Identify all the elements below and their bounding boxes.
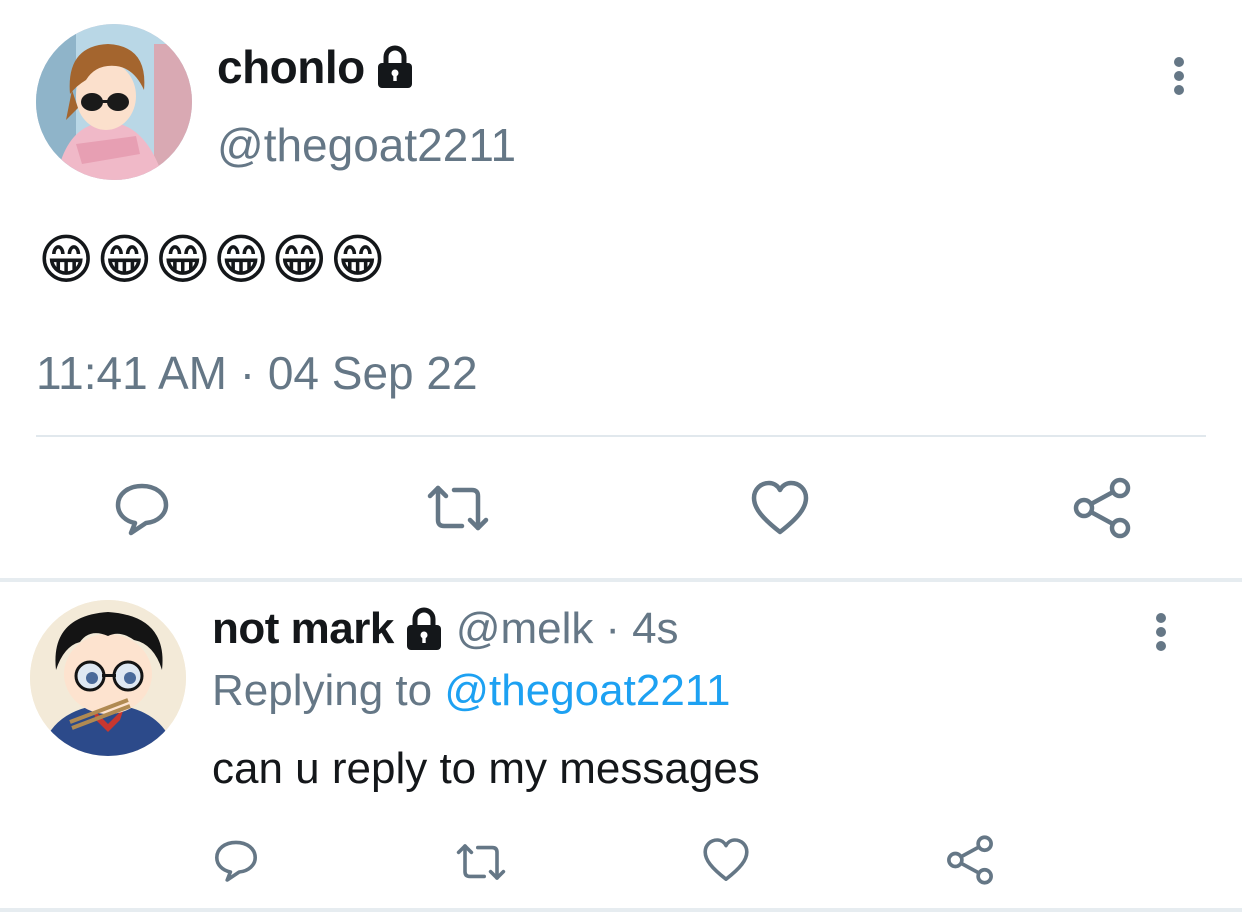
tweet-text: can u reply to my messages (212, 744, 760, 793)
divider (0, 578, 1242, 582)
tweet-age[interactable]: 4s (632, 604, 678, 654)
timestamp[interactable]: 11:41 AM · 04 Sep 22 (36, 346, 478, 400)
divider (36, 435, 1206, 437)
avatar[interactable] (30, 600, 186, 756)
replying-to-label: Replying to (212, 666, 433, 715)
display-name-text[interactable]: not mark (212, 604, 394, 654)
handle[interactable]: @thegoat2211 (217, 118, 516, 172)
like-icon[interactable] (702, 836, 750, 884)
divider (0, 908, 1242, 912)
more-options-icon[interactable] (1148, 612, 1174, 652)
share-icon[interactable] (1070, 476, 1134, 540)
share-icon[interactable] (944, 834, 996, 886)
handle[interactable]: @melk (456, 604, 594, 654)
lock-icon (406, 607, 441, 650)
display-name[interactable]: not mark (212, 604, 444, 654)
replying-to-mention[interactable]: @thegoat2211 (444, 666, 730, 715)
avatar-image (36, 24, 192, 180)
replying-to-line: Replying to @thegoat2211 (212, 666, 730, 716)
retweet-icon[interactable] (422, 478, 494, 538)
display-name[interactable]: chonlo (217, 40, 415, 94)
avatar[interactable] (36, 24, 192, 180)
lock-icon (377, 45, 412, 88)
tweet-text: 😁😁😁😁😁😁 (38, 230, 388, 290)
reply-header: not mark @melk · 4s (212, 604, 679, 654)
reply-icon[interactable] (112, 478, 172, 538)
meta-separator: · (605, 604, 621, 653)
like-icon[interactable] (750, 478, 810, 538)
display-name-text[interactable]: chonlo (217, 40, 365, 94)
avatar-image (30, 600, 186, 756)
more-options-icon[interactable] (1166, 56, 1192, 96)
retweet-icon[interactable] (452, 838, 510, 886)
reply-icon[interactable] (212, 836, 260, 884)
